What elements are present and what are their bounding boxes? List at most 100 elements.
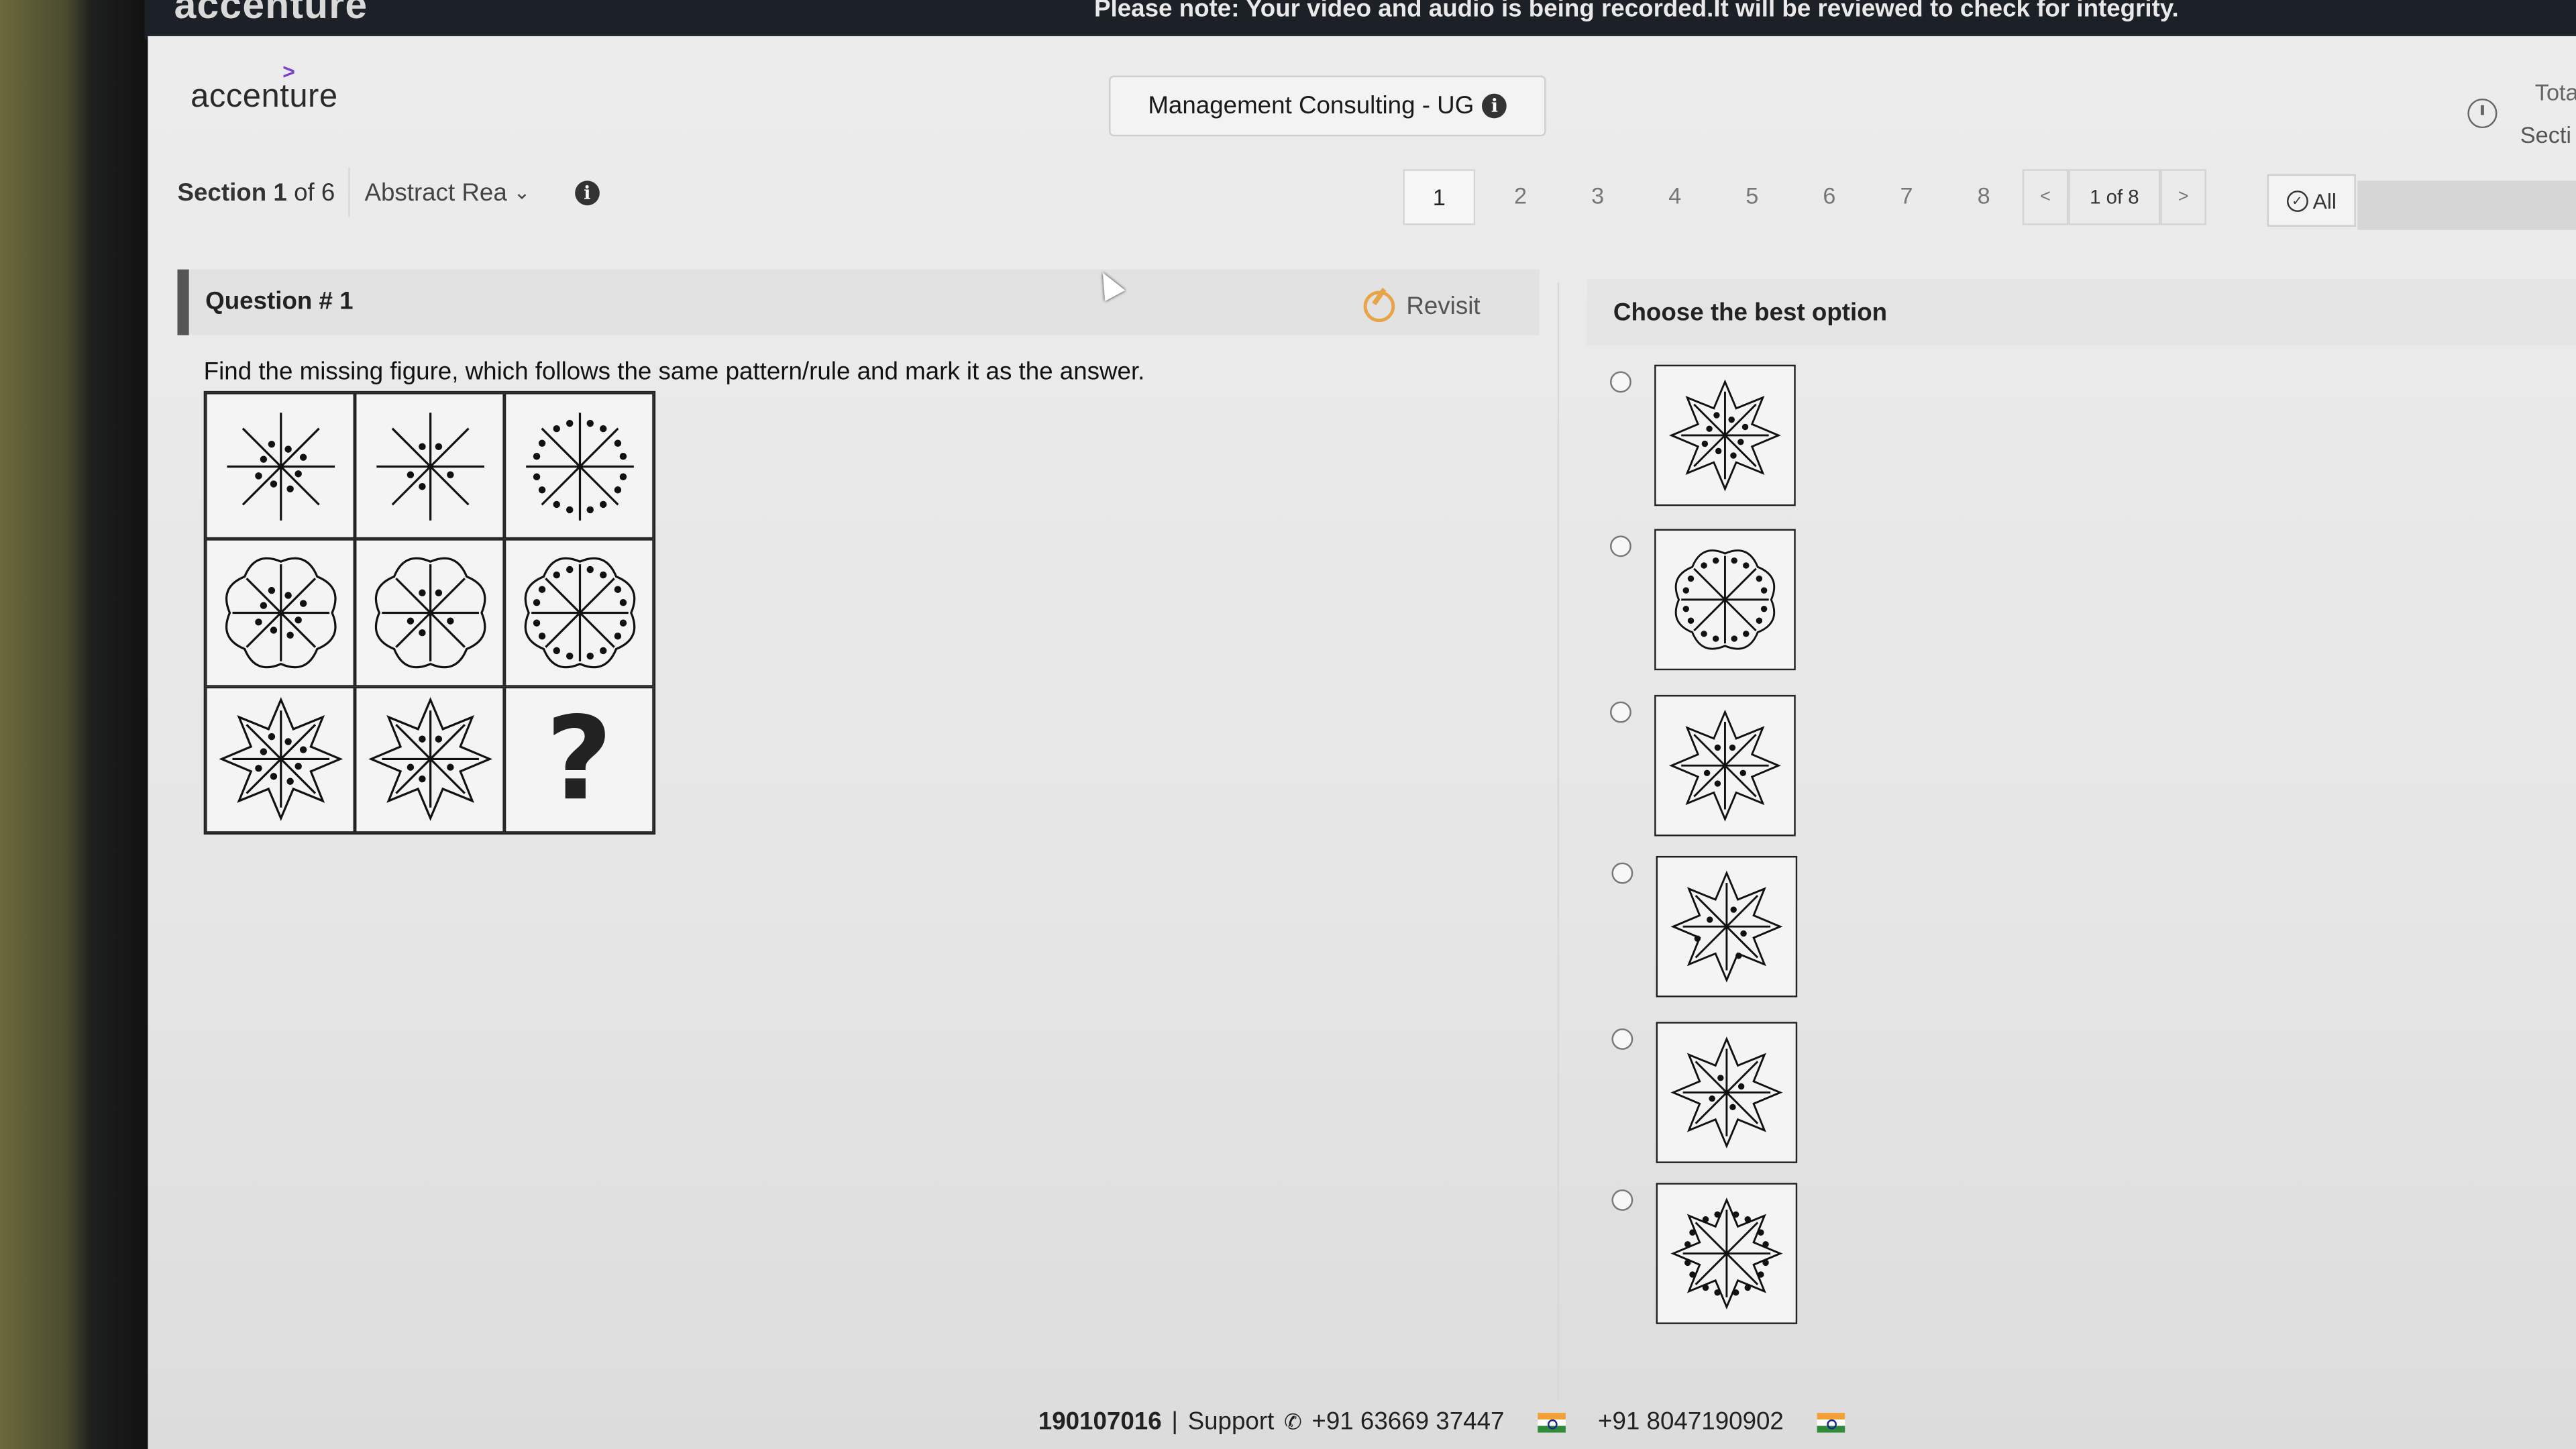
flower-figure-icon	[523, 557, 635, 669]
question-mark: ?	[545, 692, 612, 827]
info-icon[interactable]: i	[1482, 93, 1507, 119]
question-title: Question # 1	[205, 287, 354, 316]
phone-icon: ✆	[1284, 1409, 1302, 1434]
topbar-brand: accenture	[174, 0, 368, 28]
asterisk-figure-icon	[525, 412, 633, 521]
recording-notice: Please note: Your video and audio is bei…	[1094, 0, 2179, 23]
page-button-7[interactable]: 7	[1868, 169, 1945, 221]
section-total: of 6	[294, 178, 335, 207]
page-button-4[interactable]: 4	[1636, 169, 1713, 221]
flower-figure-icon	[1674, 549, 1776, 650]
header-strip	[2357, 180, 2576, 230]
answer-option-4[interactable]	[1611, 855, 1798, 998]
test-screen: > accenture Management Consulting - UG i…	[148, 36, 2576, 1449]
course-title: Management Consulting - UG i	[1109, 75, 1546, 137]
section-indicator: Section 1 of 6 Abstract Rea ⌄ i	[177, 167, 600, 217]
star-figure-icon	[1668, 379, 1781, 492]
support-label: Support	[1187, 1407, 1275, 1436]
support-footer: 190107016 | Support ✆ +91 63669 37447 +9…	[1038, 1408, 1868, 1436]
candidate-id: 190107016	[1038, 1407, 1162, 1436]
option-radio[interactable]	[1610, 371, 1631, 393]
option-figure[interactable]	[1656, 1183, 1798, 1324]
star-figure-icon	[367, 697, 492, 822]
answer-option-2[interactable]	[1610, 529, 1796, 671]
option-radio[interactable]	[1611, 862, 1633, 884]
option-radio[interactable]	[1611, 1189, 1633, 1211]
show-all-button[interactable]: ✓ All	[2267, 174, 2356, 227]
section-dropdown[interactable]: Abstract Rea ⌄	[347, 167, 561, 217]
section-label: Section	[177, 178, 267, 207]
figure-cell-asterisk	[504, 392, 654, 540]
logo-chevron-icon: >	[282, 59, 296, 84]
support-phone-1[interactable]: +91 63669 37447	[1311, 1408, 1504, 1436]
flower-figure-icon	[374, 557, 486, 669]
panel-divider	[1557, 282, 1560, 1400]
option-figure[interactable]	[1656, 1022, 1798, 1163]
revisit-button[interactable]: Revisit	[1363, 290, 1481, 323]
accenture-logo: > accenture	[191, 59, 338, 117]
question-header: Question # 1	[177, 269, 1540, 335]
question-pager: 1 2 3 4 5 6 7 8 < 1 of 8 >	[1403, 169, 2207, 225]
answer-option-6[interactable]	[1611, 1183, 1798, 1324]
figure-cell-star	[205, 686, 355, 833]
star-figure-icon	[1670, 1036, 1783, 1149]
star-figure-icon	[218, 697, 343, 822]
option-figure[interactable]	[1654, 364, 1796, 506]
logo-text: accenture	[191, 78, 338, 115]
section-dropdown-value: Abstract Rea	[364, 178, 507, 207]
page-button-2[interactable]: 2	[1482, 169, 1559, 221]
page-button-5[interactable]: 5	[1713, 169, 1790, 221]
figure-cell-flower	[504, 539, 654, 686]
next-page-button[interactable]: >	[2160, 169, 2207, 225]
section-info-icon[interactable]: i	[574, 180, 600, 205]
figure-matrix: ?	[203, 390, 656, 835]
revisit-label: Revisit	[1406, 292, 1481, 321]
check-circle-icon: ✓	[2286, 189, 2308, 211]
total-time-label: Tota	[2534, 78, 2576, 105]
asterisk-figure-icon	[226, 412, 334, 521]
page-button-6[interactable]: 6	[1790, 169, 1868, 221]
photo-scene: accenture Please note: Your video and au…	[0, 0, 2576, 1449]
show-all-label: All	[2312, 188, 2337, 213]
figure-cell-star	[354, 686, 504, 833]
revisit-icon	[1363, 290, 1395, 323]
star-figure-icon	[1670, 1197, 1783, 1310]
options-header: Choose the best option	[1587, 279, 2576, 345]
answer-option-1[interactable]	[1610, 364, 1796, 506]
section-current: 1	[273, 178, 287, 207]
figure-cell-flower	[205, 539, 355, 686]
option-figure[interactable]	[1656, 855, 1798, 998]
star-figure-icon	[1670, 870, 1783, 983]
footer-separator: |	[1171, 1407, 1178, 1436]
asterisk-figure-icon	[376, 412, 484, 521]
flower-figure-icon	[224, 557, 336, 669]
option-figure[interactable]	[1654, 694, 1796, 837]
figure-cell-asterisk	[205, 392, 355, 540]
option-radio[interactable]	[1610, 535, 1631, 557]
page-button-8[interactable]: 8	[1945, 169, 2023, 221]
prev-page-button[interactable]: <	[2022, 169, 2069, 225]
missing-figure-cell: ?	[504, 686, 654, 833]
answer-option-3[interactable]	[1610, 694, 1796, 837]
clock-icon	[2467, 98, 2498, 129]
page-counter: 1 of 8	[2068, 169, 2161, 225]
course-title-text: Management Consulting - UG	[1148, 92, 1474, 120]
option-radio[interactable]	[1611, 1028, 1633, 1050]
figure-cell-asterisk	[354, 392, 504, 540]
india-flag-icon	[1537, 1411, 1566, 1432]
answer-option-5[interactable]	[1611, 1022, 1798, 1163]
proctoring-bar: accenture Please note: Your video and au…	[144, 0, 2576, 40]
question-instruction: Find the missing figure, which follows t…	[203, 358, 1145, 386]
figure-cell-flower	[354, 539, 504, 686]
chevron-down-icon: ⌄	[513, 180, 531, 204]
monitor-bezel	[0, 0, 148, 1449]
option-figure[interactable]	[1654, 529, 1796, 671]
section-time-label: Secti	[2520, 121, 2571, 148]
page-button-1[interactable]: 1	[1403, 169, 1476, 225]
india-flag-icon	[1816, 1411, 1845, 1432]
page-button-3[interactable]: 3	[1559, 169, 1636, 221]
options-heading: Choose the best option	[1613, 299, 1888, 327]
star-figure-icon	[1668, 709, 1781, 822]
option-radio[interactable]	[1610, 701, 1631, 723]
support-phone-2[interactable]: +91 8047190902	[1598, 1408, 1784, 1436]
